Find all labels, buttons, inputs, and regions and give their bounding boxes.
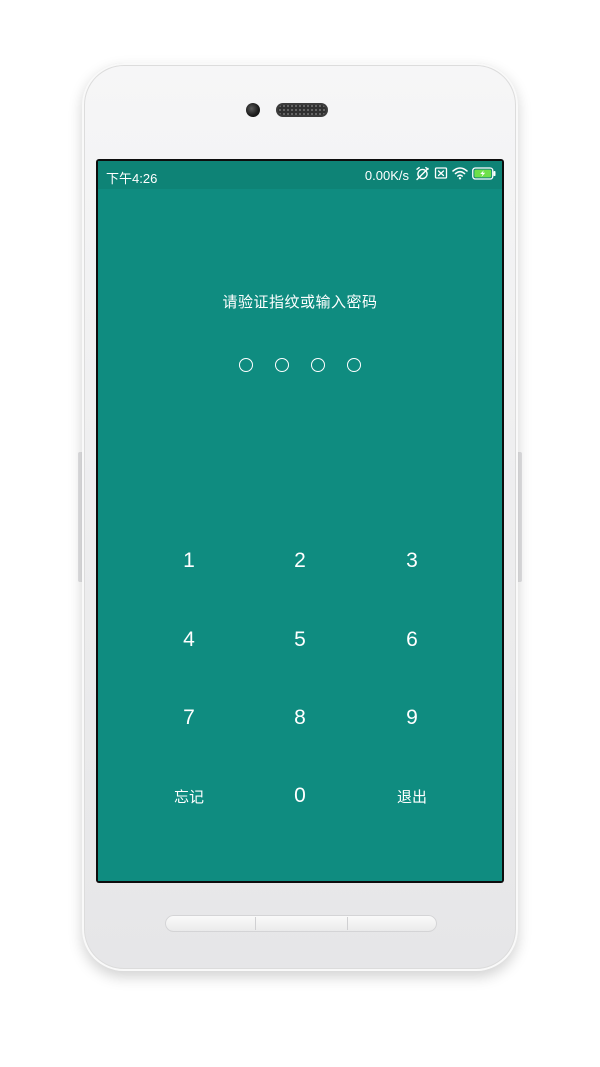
net-speed: 0.00K/s (364, 167, 409, 183)
pin-dot (347, 358, 361, 372)
pin-dot (311, 358, 325, 372)
key-8[interactable]: 8 (244, 686, 356, 750)
pin-keypad: 1 2 3 4 5 6 7 8 9 忘记 0 退出 (98, 521, 502, 841)
forgot-password-button[interactable]: 忘记 (133, 764, 245, 828)
pin-dot (239, 358, 253, 372)
battery-charging-icon (472, 166, 496, 184)
power-button (518, 452, 522, 582)
key-7[interactable]: 7 (133, 686, 245, 750)
key-5[interactable]: 5 (244, 608, 356, 672)
key-4[interactable]: 4 (133, 608, 245, 672)
nav-divider (347, 917, 348, 930)
status-bar: 下午4:26 0.00K/s (98, 161, 502, 189)
hardware-nav-bar[interactable] (165, 915, 437, 932)
pin-dot (275, 358, 289, 372)
lock-screen: 下午4:26 0.00K/s 请验证指纹或输入密码 1 2 3 4 5 6 7 … (98, 161, 502, 881)
front-camera (246, 103, 260, 117)
unlock-prompt: 请验证指纹或输入密码 (222, 293, 378, 311)
status-icons: 0.00K/s (364, 166, 496, 185)
nav-divider (255, 917, 256, 930)
earpiece-speaker (276, 103, 328, 117)
key-2[interactable]: 2 (244, 529, 356, 593)
key-0[interactable]: 0 (244, 764, 356, 828)
alarm-off-icon (415, 166, 430, 185)
wifi-icon (452, 166, 468, 184)
key-3[interactable]: 3 (356, 529, 468, 593)
sim-none-icon (434, 166, 448, 184)
key-1[interactable]: 1 (133, 529, 245, 593)
key-6[interactable]: 6 (356, 608, 468, 672)
pin-indicator (98, 358, 502, 372)
status-time: 下午4:26 (106, 171, 158, 186)
exit-button[interactable]: 退出 (356, 764, 468, 828)
key-9[interactable]: 9 (356, 686, 468, 750)
